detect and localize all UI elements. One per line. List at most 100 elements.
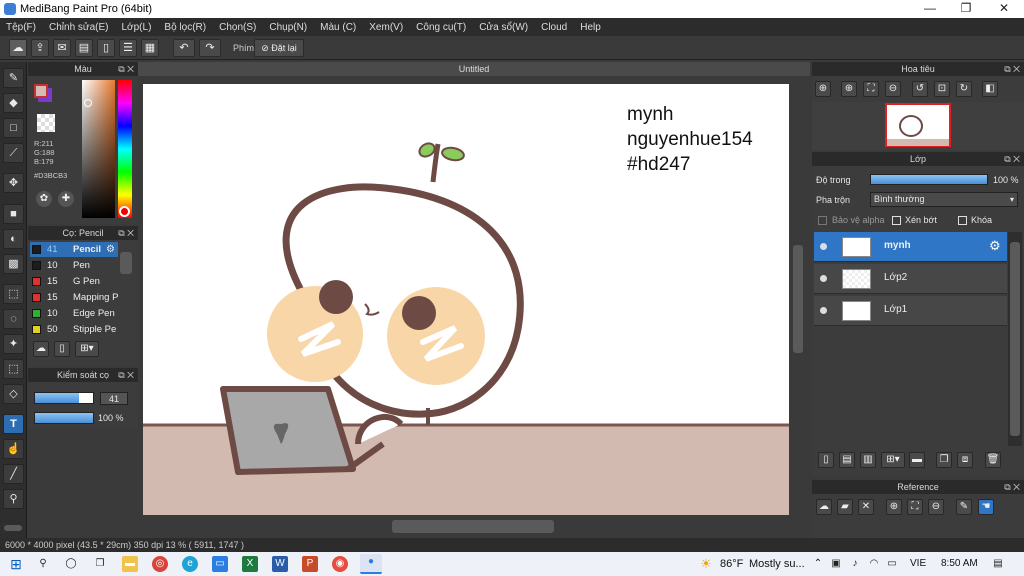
menu-file[interactable]: Tệp(F) — [6, 22, 36, 33]
menu-layer[interactable]: Lớp(L) — [122, 22, 152, 33]
list-icon[interactable]: ☰ — [119, 39, 137, 57]
dot-tool-icon[interactable]: □ — [3, 118, 24, 138]
search-icon[interactable]: ⚲ — [35, 556, 51, 572]
menu-snap[interactable]: Chụp(N) — [269, 22, 307, 33]
size-value[interactable]: 41 — [100, 392, 128, 405]
cloud-icon[interactable]: ☁ — [9, 39, 27, 57]
battery-icon[interactable]: ▭ — [884, 556, 900, 572]
brush-tool-icon[interactable]: ✎ — [3, 68, 24, 88]
select-tool-icon[interactable]: ⬚ — [3, 284, 24, 304]
hue-slider[interactable] — [118, 80, 132, 218]
hand-tool-icon[interactable]: ☝ — [3, 439, 24, 459]
ref-cloud-icon[interactable]: ☁ — [816, 499, 832, 515]
visibility-icon[interactable] — [820, 307, 827, 314]
visibility-icon[interactable] — [820, 275, 827, 282]
layer-item-lop2[interactable]: Lớp2 — [814, 264, 1007, 294]
ref-fit-icon[interactable]: ⛶ — [907, 499, 923, 515]
flip-icon[interactable]: ◧ — [982, 81, 998, 97]
menu-edit[interactable]: Chỉnh sửa(E) — [49, 22, 109, 33]
task-view-icon[interactable]: ❐ — [92, 556, 108, 572]
lock-checkbox[interactable] — [958, 216, 967, 225]
undo-button[interactable]: ↶ — [173, 39, 195, 57]
monitor-icon[interactable]: ▭ — [212, 556, 228, 572]
reset-button[interactable]: ⊘ Đặt lại — [254, 39, 304, 57]
add-layer-menu-icon[interactable]: ⊞▾ — [881, 452, 905, 468]
comment-icon[interactable]: ✉ — [53, 39, 71, 57]
clock-time[interactable]: 8:50 AM — [941, 558, 978, 569]
select-pen-icon[interactable]: ⬚ — [3, 359, 24, 379]
menu-tools[interactable]: Công cụ(T) — [416, 22, 466, 33]
gear-icon[interactable]: ⚙ — [106, 242, 115, 257]
maximize-button[interactable]: ❐ — [948, 1, 984, 15]
foreground-color-swatch[interactable] — [34, 84, 48, 98]
ref-eyedropper-icon[interactable]: ✎ — [956, 499, 972, 515]
cortana-icon[interactable]: ◯ — [63, 556, 79, 572]
duplicate-layer-icon[interactable]: ❐ — [936, 452, 952, 468]
brush-item-edge[interactable]: 10 Edge Pen — [30, 306, 118, 321]
minimize-button[interactable]: — — [912, 1, 948, 15]
eraser-tool-icon[interactable]: ◆ — [3, 93, 24, 113]
layer-item-lop1[interactable]: Lớp1 — [814, 296, 1007, 326]
gradient-tool-icon[interactable]: ▩ — [3, 254, 24, 274]
tool-scroll[interactable] — [4, 525, 22, 531]
menu-view[interactable]: Xem(V) — [369, 22, 403, 33]
panel-detach-icon[interactable]: ⧉ ✕ — [118, 368, 134, 382]
panel-detach-icon[interactable]: ⧉ ✕ — [1004, 152, 1020, 166]
canvas-vertical-scrollbar[interactable] — [793, 245, 803, 353]
notification-icon[interactable]: ▤ — [990, 556, 1006, 572]
app-red-icon[interactable]: ◎ — [152, 556, 168, 572]
ref-open-folder-icon[interactable]: ▰ — [837, 499, 853, 515]
ref-zoom-out-icon[interactable]: ⊖ — [928, 499, 944, 515]
close-button[interactable]: ✕ — [986, 1, 1022, 15]
blend-mode-select[interactable]: Bình thường ▾ — [870, 192, 1018, 207]
ref-hand-icon[interactable]: ☚ — [978, 499, 994, 515]
weather-desc[interactable]: Mostly su... — [749, 558, 805, 570]
page-icon[interactable]: ▯ — [97, 39, 115, 57]
brush-cloud-icon[interactable]: ☁ — [33, 341, 49, 357]
menu-cloud[interactable]: Cloud — [541, 22, 567, 33]
new-layer-icon[interactable]: ▯ — [818, 452, 834, 468]
brush-new-icon[interactable]: ▯ — [54, 341, 70, 357]
brush-item-gpen[interactable]: 15 G Pen — [30, 274, 118, 289]
ref-zoom-in-icon[interactable]: ⊕ — [886, 499, 902, 515]
layer-scrollbar[interactable] — [1010, 242, 1020, 436]
transparent-swatch[interactable] — [37, 114, 55, 132]
merge-layer-icon[interactable]: ⧈ — [957, 452, 973, 468]
gear-icon[interactable]: ⚙ — [989, 238, 1001, 254]
magic-wand-icon[interactable]: ✦ — [3, 334, 24, 354]
opacity-slider[interactable] — [34, 412, 94, 424]
medibang-taskbar-icon[interactable]: ● — [360, 554, 382, 574]
layer-item-mynh[interactable]: mynh ⚙ — [814, 232, 1007, 262]
pen-tool-icon[interactable]: ⟋ — [3, 143, 24, 163]
excel-icon[interactable]: X — [242, 556, 258, 572]
ref-close-icon[interactable]: ✕ — [858, 499, 874, 515]
share-icon[interactable]: ⇪ — [31, 39, 49, 57]
brush-add-icon[interactable]: ⊞▾ — [75, 341, 99, 357]
actual-size-icon[interactable]: ⊡ — [934, 81, 950, 97]
layer-opacity-slider[interactable] — [870, 174, 988, 185]
tray-expand-icon[interactable]: ⌃ — [810, 556, 826, 572]
network-icon[interactable]: ◠ — [866, 556, 882, 572]
new-halftone-layer-icon[interactable]: ▤ — [839, 452, 855, 468]
hue-handle[interactable] — [119, 206, 130, 217]
zoom-in-icon[interactable]: ⊕ — [815, 81, 831, 97]
color-add-icon[interactable]: ✚ — [58, 191, 74, 207]
file-explorer-icon[interactable]: ▬ — [122, 556, 138, 572]
folder-icon[interactable]: ▬ — [909, 452, 925, 468]
weather-temp[interactable]: 86°F — [720, 558, 743, 570]
navigator-viewport[interactable] — [885, 103, 951, 147]
powerpoint-icon[interactable]: P — [302, 556, 318, 572]
brush-list-scrollbar[interactable] — [120, 252, 132, 274]
canvas-horizontal-scrollbar[interactable] — [392, 520, 554, 533]
input-language[interactable]: VIE — [910, 558, 926, 569]
clipping-checkbox[interactable] — [892, 216, 901, 225]
new-8bit-layer-icon[interactable]: ▥ — [860, 452, 876, 468]
word-icon[interactable]: W — [272, 556, 288, 572]
divide-tool-icon[interactable]: ╱ — [3, 464, 24, 484]
brush-item-mapping[interactable]: 15 Mapping P — [30, 290, 118, 305]
brush-item-pen[interactable]: 10 Pen — [30, 258, 118, 273]
panel-detach-icon[interactable]: ⧉ ✕ — [118, 62, 134, 76]
protect-alpha-checkbox[interactable] — [818, 216, 827, 225]
grid-icon[interactable]: ▦ — [141, 39, 159, 57]
fill-tool-icon[interactable]: ■ — [3, 204, 24, 224]
